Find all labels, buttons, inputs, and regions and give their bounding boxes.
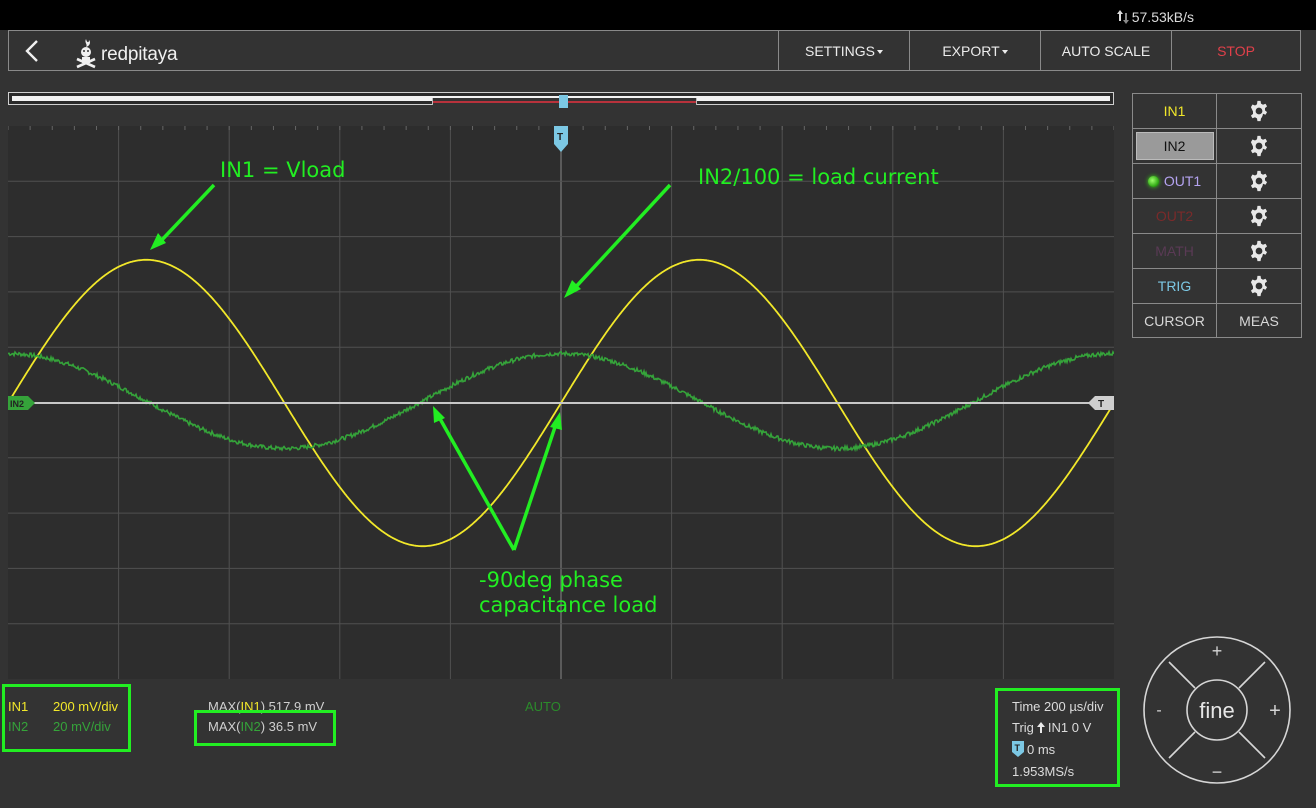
meas-button[interactable]: MEAS [1217, 304, 1301, 338]
timebase-info: Time 200 µs/div Trig IN1 0 V T 0 ms 1.95… [995, 688, 1120, 787]
gear-icon [1250, 170, 1268, 192]
max-in2-channel: IN2 [240, 719, 261, 734]
logo-text: redpitaya [101, 44, 178, 65]
dpad-left-button[interactable] [1145, 682, 1179, 738]
cursor-label: CURSOR [1144, 313, 1205, 329]
channel-row-math: MATH [1133, 234, 1301, 269]
trigger-mode-indicator: AUTO [525, 699, 561, 714]
trigger-info: Trig IN1 0 V [1012, 720, 1091, 735]
cursor-button[interactable]: CURSOR [1133, 304, 1217, 338]
legend-in1-scale: 200 mV/div [53, 699, 119, 714]
network-transfer-icon [1116, 10, 1129, 24]
redpitaya-logo-icon [76, 39, 96, 69]
redpitaya-logo: redpitaya [73, 35, 178, 69]
channel-active-led-icon [1147, 175, 1159, 187]
dpad-down-label: − [1212, 762, 1223, 782]
auto-scale-button[interactable]: AUTO SCALE [1040, 31, 1171, 70]
trigger-position-label: T [557, 132, 563, 143]
trigger-source-level: IN1 0 V [1047, 720, 1092, 735]
channel-label: IN1 [1163, 103, 1186, 119]
stop-button[interactable]: STOP [1171, 31, 1300, 70]
time-per-div: Time 200 µs/div [1012, 699, 1104, 714]
auto-scale-label: AUTO SCALE [1061, 42, 1151, 59]
channel-settings-button-in2[interactable] [1217, 129, 1301, 163]
meas-label: MEAS [1239, 313, 1279, 329]
channel-label: IN2 [1163, 138, 1186, 154]
buffer-position-bar[interactable] [8, 92, 1114, 108]
caret-down-icon [877, 49, 883, 54]
back-arrow-icon[interactable] [21, 39, 45, 63]
trigger-prefix: Trig [1012, 720, 1034, 735]
gear-icon [1250, 135, 1268, 157]
channel-selected-box: IN2 [1135, 132, 1214, 160]
channel-label: OUT2 [1155, 208, 1194, 224]
legend-in2-scale: 20 mV/div [53, 719, 111, 734]
gear-icon [1250, 275, 1268, 297]
trigger-position-info: T 0 ms [1012, 741, 1055, 757]
network-rate-text: 57.53kB/s [1131, 9, 1194, 25]
channel-label: MATH [1155, 243, 1194, 259]
caret-down-icon [1001, 49, 1008, 54]
buffer-track [12, 95, 1110, 108]
buffer-trigger-marker[interactable] [559, 95, 568, 108]
channel-row-out1: OUT1 [1133, 164, 1301, 199]
panel-tools-row: CURSOR MEAS [1133, 304, 1301, 339]
gear-icon [1250, 100, 1268, 122]
export-label: EXPORT [942, 42, 1000, 59]
max-in2-value: ) 36.5 mV [260, 719, 318, 734]
channel-toggle-in1[interactable]: IN1 [1133, 94, 1217, 128]
trigger-position-badge: T [1015, 743, 1021, 753]
channel-toggle-out1[interactable]: OUT1 [1133, 164, 1217, 198]
channel-settings-button-out2[interactable] [1217, 199, 1301, 233]
settings-menu-button[interactable]: SETTINGS [778, 31, 909, 70]
dpad-fine-button[interactable]: fine [1199, 698, 1234, 723]
sample-rate: 1.953MS/s [1012, 764, 1075, 779]
channel-label: OUT1 [1163, 173, 1202, 189]
dpad-right-label: + [1269, 700, 1281, 722]
channel-toggle-in2[interactable]: IN2 [1133, 129, 1217, 163]
app-header: redpitaya SETTINGS EXPORT AUTO SCALE STO… [8, 30, 1301, 71]
measurement-max-in2[interactable]: MAX(IN2) 36.5 mV [208, 719, 317, 734]
channel-settings-button-math[interactable] [1217, 234, 1301, 268]
annotation-in2: IN2/100 = load current [698, 165, 939, 189]
channel-row-in1: IN1 [1133, 94, 1301, 129]
channel-row-trig: TRIG [1133, 269, 1301, 304]
trigger-level-label: T [1098, 399, 1104, 410]
legend-in1-label: IN1 [8, 699, 29, 714]
channel-toggle-math[interactable]: MATH [1133, 234, 1217, 268]
annotation-phase-line2: capacitance load [479, 593, 658, 617]
channel-row-in2: IN2 [1133, 129, 1301, 164]
export-menu-button[interactable]: EXPORT [909, 31, 1040, 70]
gear-icon [1250, 205, 1268, 227]
channel-label: TRIG [1157, 278, 1192, 294]
channel-panel: IN1 IN2 OUT1 OUT2 MATH TRIG CURSOR MEAS [1132, 93, 1302, 338]
channel-settings-button-in1[interactable] [1217, 94, 1301, 128]
channel-settings-button-out1[interactable] [1217, 164, 1301, 198]
in2-marker-label: IN2 [10, 399, 24, 409]
annotation-in1: IN1 = Vload [220, 158, 346, 182]
channel-settings-button-trig[interactable] [1217, 269, 1301, 303]
dpad-left-label: - [1156, 702, 1161, 719]
trigger-position-value: 0 ms [1027, 741, 1056, 757]
annotation-phase-line1: -90deg phase [479, 568, 623, 592]
navigation-dpad[interactable]: + − - + fine [1142, 635, 1292, 787]
stop-label: STOP [1217, 42, 1255, 59]
channel-scale-legend: IN1 200 mV/div IN2 20 mV/div [2, 684, 131, 752]
channel-toggle-trig[interactable]: TRIG [1133, 269, 1217, 303]
network-rate: 57.53kB/s [1116, 9, 1194, 25]
rising-edge-icon [1036, 722, 1045, 733]
trigger-position-icon: T [1012, 741, 1024, 757]
gear-icon [1250, 240, 1268, 262]
settings-label: SETTINGS [804, 42, 875, 59]
channel-toggle-out2[interactable]: OUT2 [1133, 199, 1217, 233]
max-in2-prefix: MAX( [208, 719, 241, 734]
dpad-up-label: + [1212, 641, 1223, 661]
legend-in2-label: IN2 [8, 719, 29, 734]
channel-row-out2: OUT2 [1133, 199, 1301, 234]
